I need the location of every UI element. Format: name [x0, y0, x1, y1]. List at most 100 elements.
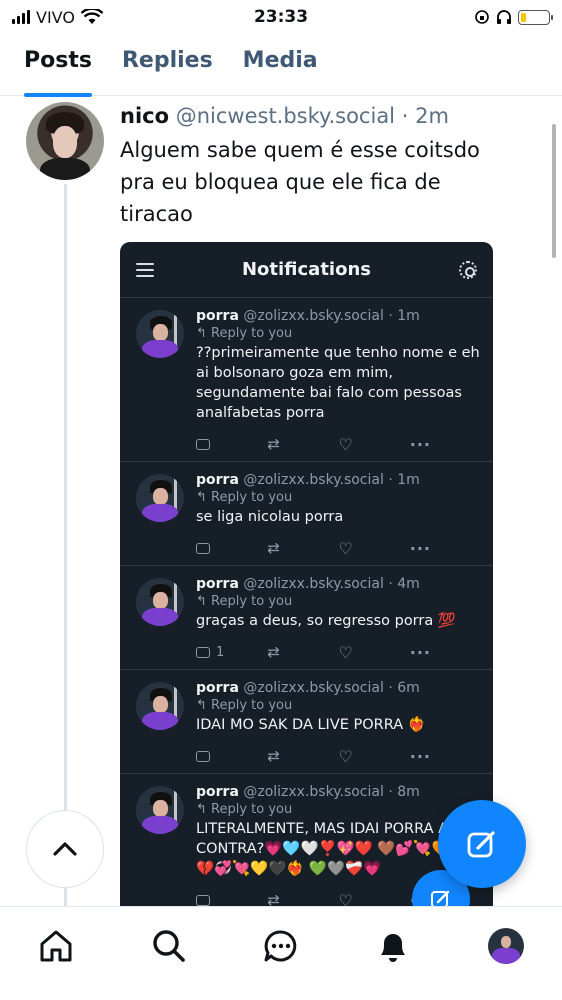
notification-header: porra @zolizxx.bsky.social · 1m [196, 308, 481, 324]
notification-handle: @zolizxx.bsky.social [243, 308, 384, 324]
more-icon: ··· [409, 746, 431, 766]
notification-actions: ⇄ ♡ ··· [196, 427, 481, 461]
repost-icon: ⇄ [267, 891, 280, 906]
chat-icon [264, 929, 297, 961]
profile-avatar [487, 927, 524, 964]
reply-action [196, 894, 267, 906]
reply-count: 1 [216, 644, 225, 660]
notification-header: porra @zolizxx.bsky.social · 6m [196, 680, 481, 696]
notification-name: porra [196, 308, 239, 324]
home-icon [40, 930, 72, 961]
scroll-top-button[interactable] [26, 810, 104, 888]
like-icon: ♡ [338, 642, 353, 662]
repost-icon: ⇄ [267, 747, 280, 765]
reply-action [196, 542, 267, 554]
status-right [474, 9, 553, 25]
gear-icon [458, 260, 477, 279]
notification-item: porra @zolizxx.bsky.social · 1m ↰ Reply … [120, 298, 493, 462]
thread-line [64, 184, 67, 906]
post[interactable]: nico @nicwest.bsky.social · 2m Alguem sa… [0, 96, 562, 906]
orientation-lock-icon [475, 10, 489, 24]
reply-to-label: ↰ Reply to you [196, 698, 293, 713]
notification-name: porra [196, 472, 239, 488]
reply-icon [196, 542, 210, 554]
reply-action: 1 [196, 645, 267, 660]
bell-icon [381, 933, 406, 962]
notification-item: porra @zolizxx.bsky.social · 4m ↰ Reply … [120, 566, 493, 670]
reply-action [196, 750, 267, 762]
notification-name: porra [196, 784, 239, 800]
more-icon: ··· [409, 434, 431, 454]
battery-fill [521, 12, 527, 22]
author-name[interactable]: nico [120, 104, 169, 128]
notification-header: porra @zolizxx.bsky.social · 8m [196, 784, 481, 800]
nav-notifications[interactable] [363, 916, 423, 976]
notification-time: · 6m [388, 680, 420, 696]
embed-title: Notifications [241, 259, 372, 280]
notification-item: porra @zolizxx.bsky.social · 6m ↰ Reply … [120, 670, 493, 774]
reply-to-label: ↰ Reply to you [196, 594, 293, 609]
separator-dot: · [401, 104, 409, 128]
notification-text: se liga nicolau porra [196, 509, 344, 525]
scrollbar[interactable] [552, 124, 556, 258]
tab-replies[interactable]: Replies [122, 40, 213, 96]
reply-icon [196, 894, 210, 906]
repost-icon: ⇄ [267, 539, 280, 557]
notification-name: porra [196, 576, 239, 592]
menu-icon [136, 259, 154, 281]
like-icon: ♡ [338, 434, 353, 454]
author-handle[interactable]: @nicwest.bsky.social [176, 104, 395, 128]
notification-time: · 1m [388, 308, 420, 324]
compose-button[interactable] [438, 800, 526, 888]
embedded-image[interactable]: Notifications porra @zolizxx.bsky.social… [120, 242, 493, 906]
nav-search[interactable] [139, 916, 199, 976]
post-text: Alguem sabe quem é esse coitsdo pra eu b… [120, 138, 480, 226]
compose-icon [467, 831, 495, 858]
notification-handle: @zolizxx.bsky.social [243, 784, 384, 800]
status-bar: VIVO 23:33 [0, 0, 562, 34]
bottom-nav [0, 906, 562, 1000]
profile-tabs: Posts Replies Media [0, 40, 562, 97]
notification-time: · 1m [388, 472, 420, 488]
notification-text: graças a deus, so regresso porra 💯 [196, 613, 456, 629]
notification-text: ??primeiramente que tenho nome e eh ai b… [196, 345, 480, 421]
notification-handle: @zolizxx.bsky.social [243, 472, 384, 488]
notification-actions: 1 ⇄ ♡ ··· [196, 635, 481, 669]
notification-avatar [136, 310, 184, 358]
carrier-label: VIVO [36, 7, 75, 27]
notification-actions: ⇄ ♡ ··· [196, 739, 481, 773]
clock: 23:33 [253, 7, 309, 27]
embed-header: Notifications [120, 242, 493, 298]
notification-handle: @zolizxx.bsky.social [243, 680, 384, 696]
repost-icon: ⇄ [267, 643, 280, 661]
like-icon: ♡ [338, 538, 353, 558]
tab-posts[interactable]: Posts [24, 40, 92, 97]
author-avatar[interactable] [26, 102, 104, 180]
notification-list: porra @zolizxx.bsky.social · 1m ↰ Reply … [120, 298, 493, 906]
notification-avatar [136, 786, 184, 834]
reply-icon [196, 646, 210, 658]
reply-icon [196, 750, 210, 762]
tab-media[interactable]: Media [243, 40, 318, 96]
more-icon: ··· [409, 642, 431, 662]
status-left: VIVO [12, 8, 103, 27]
battery-icon [518, 9, 553, 25]
notification-header: porra @zolizxx.bsky.social · 1m [196, 472, 481, 488]
repost-icon: ⇄ [267, 435, 280, 453]
headphones-icon [497, 10, 511, 24]
notification-avatar [136, 578, 184, 626]
notification-avatar [136, 474, 184, 522]
search-icon [152, 929, 185, 962]
notification-item: porra @zolizxx.bsky.social · 1m ↰ Reply … [120, 462, 493, 566]
notification-handle: @zolizxx.bsky.social [243, 576, 384, 592]
like-icon: ♡ [338, 746, 353, 766]
nav-profile[interactable] [476, 916, 536, 976]
signal-icon [12, 10, 30, 24]
notification-time: · 4m [388, 576, 420, 592]
nav-chat[interactable] [251, 916, 311, 976]
reply-to-label: ↰ Reply to you [196, 802, 293, 817]
nav-home[interactable] [26, 916, 86, 976]
more-icon: ··· [409, 538, 431, 558]
notification-name: porra [196, 680, 239, 696]
like-icon: ♡ [338, 890, 353, 907]
